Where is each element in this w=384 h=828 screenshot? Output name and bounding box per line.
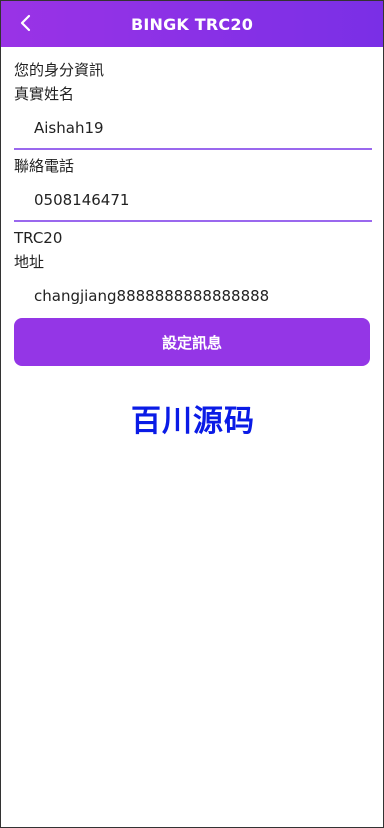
trc20-label: TRC20: [14, 229, 63, 247]
save-info-button[interactable]: 設定訊息: [14, 318, 370, 366]
watermark-logo: 百川源码: [131, 404, 255, 439]
app-frame: BINGK TRC20 您的身分資訊 真實姓名 Aishah19 聯絡電話 05…: [0, 0, 384, 828]
phone-field[interactable]: 0508146471: [14, 178, 372, 222]
brand-wrap: 百川源码: [14, 396, 372, 440]
app-header: BINGK TRC20: [1, 1, 383, 47]
trc20-address-value[interactable]: changjiang8888888888888888: [14, 287, 269, 305]
field-underline: [14, 220, 372, 222]
real-name-field[interactable]: Aishah19: [14, 106, 372, 150]
real-name-label: 真實姓名: [14, 85, 75, 103]
address-label: 地址: [14, 253, 45, 271]
field-underline: [14, 148, 372, 150]
page-title: BINGK TRC20: [130, 14, 254, 34]
real-name-value[interactable]: Aishah19: [14, 119, 104, 137]
identity-form: 您的身分資訊 真實姓名 Aishah19 聯絡電話 0508146471 TRC…: [14, 58, 372, 440]
phone-value[interactable]: 0508146471: [14, 191, 129, 209]
phone-label: 聯絡電話: [14, 157, 75, 175]
section-heading: 您的身分資訊: [14, 61, 105, 79]
trc20-address-field[interactable]: changjiang8888888888888888: [14, 274, 372, 318]
